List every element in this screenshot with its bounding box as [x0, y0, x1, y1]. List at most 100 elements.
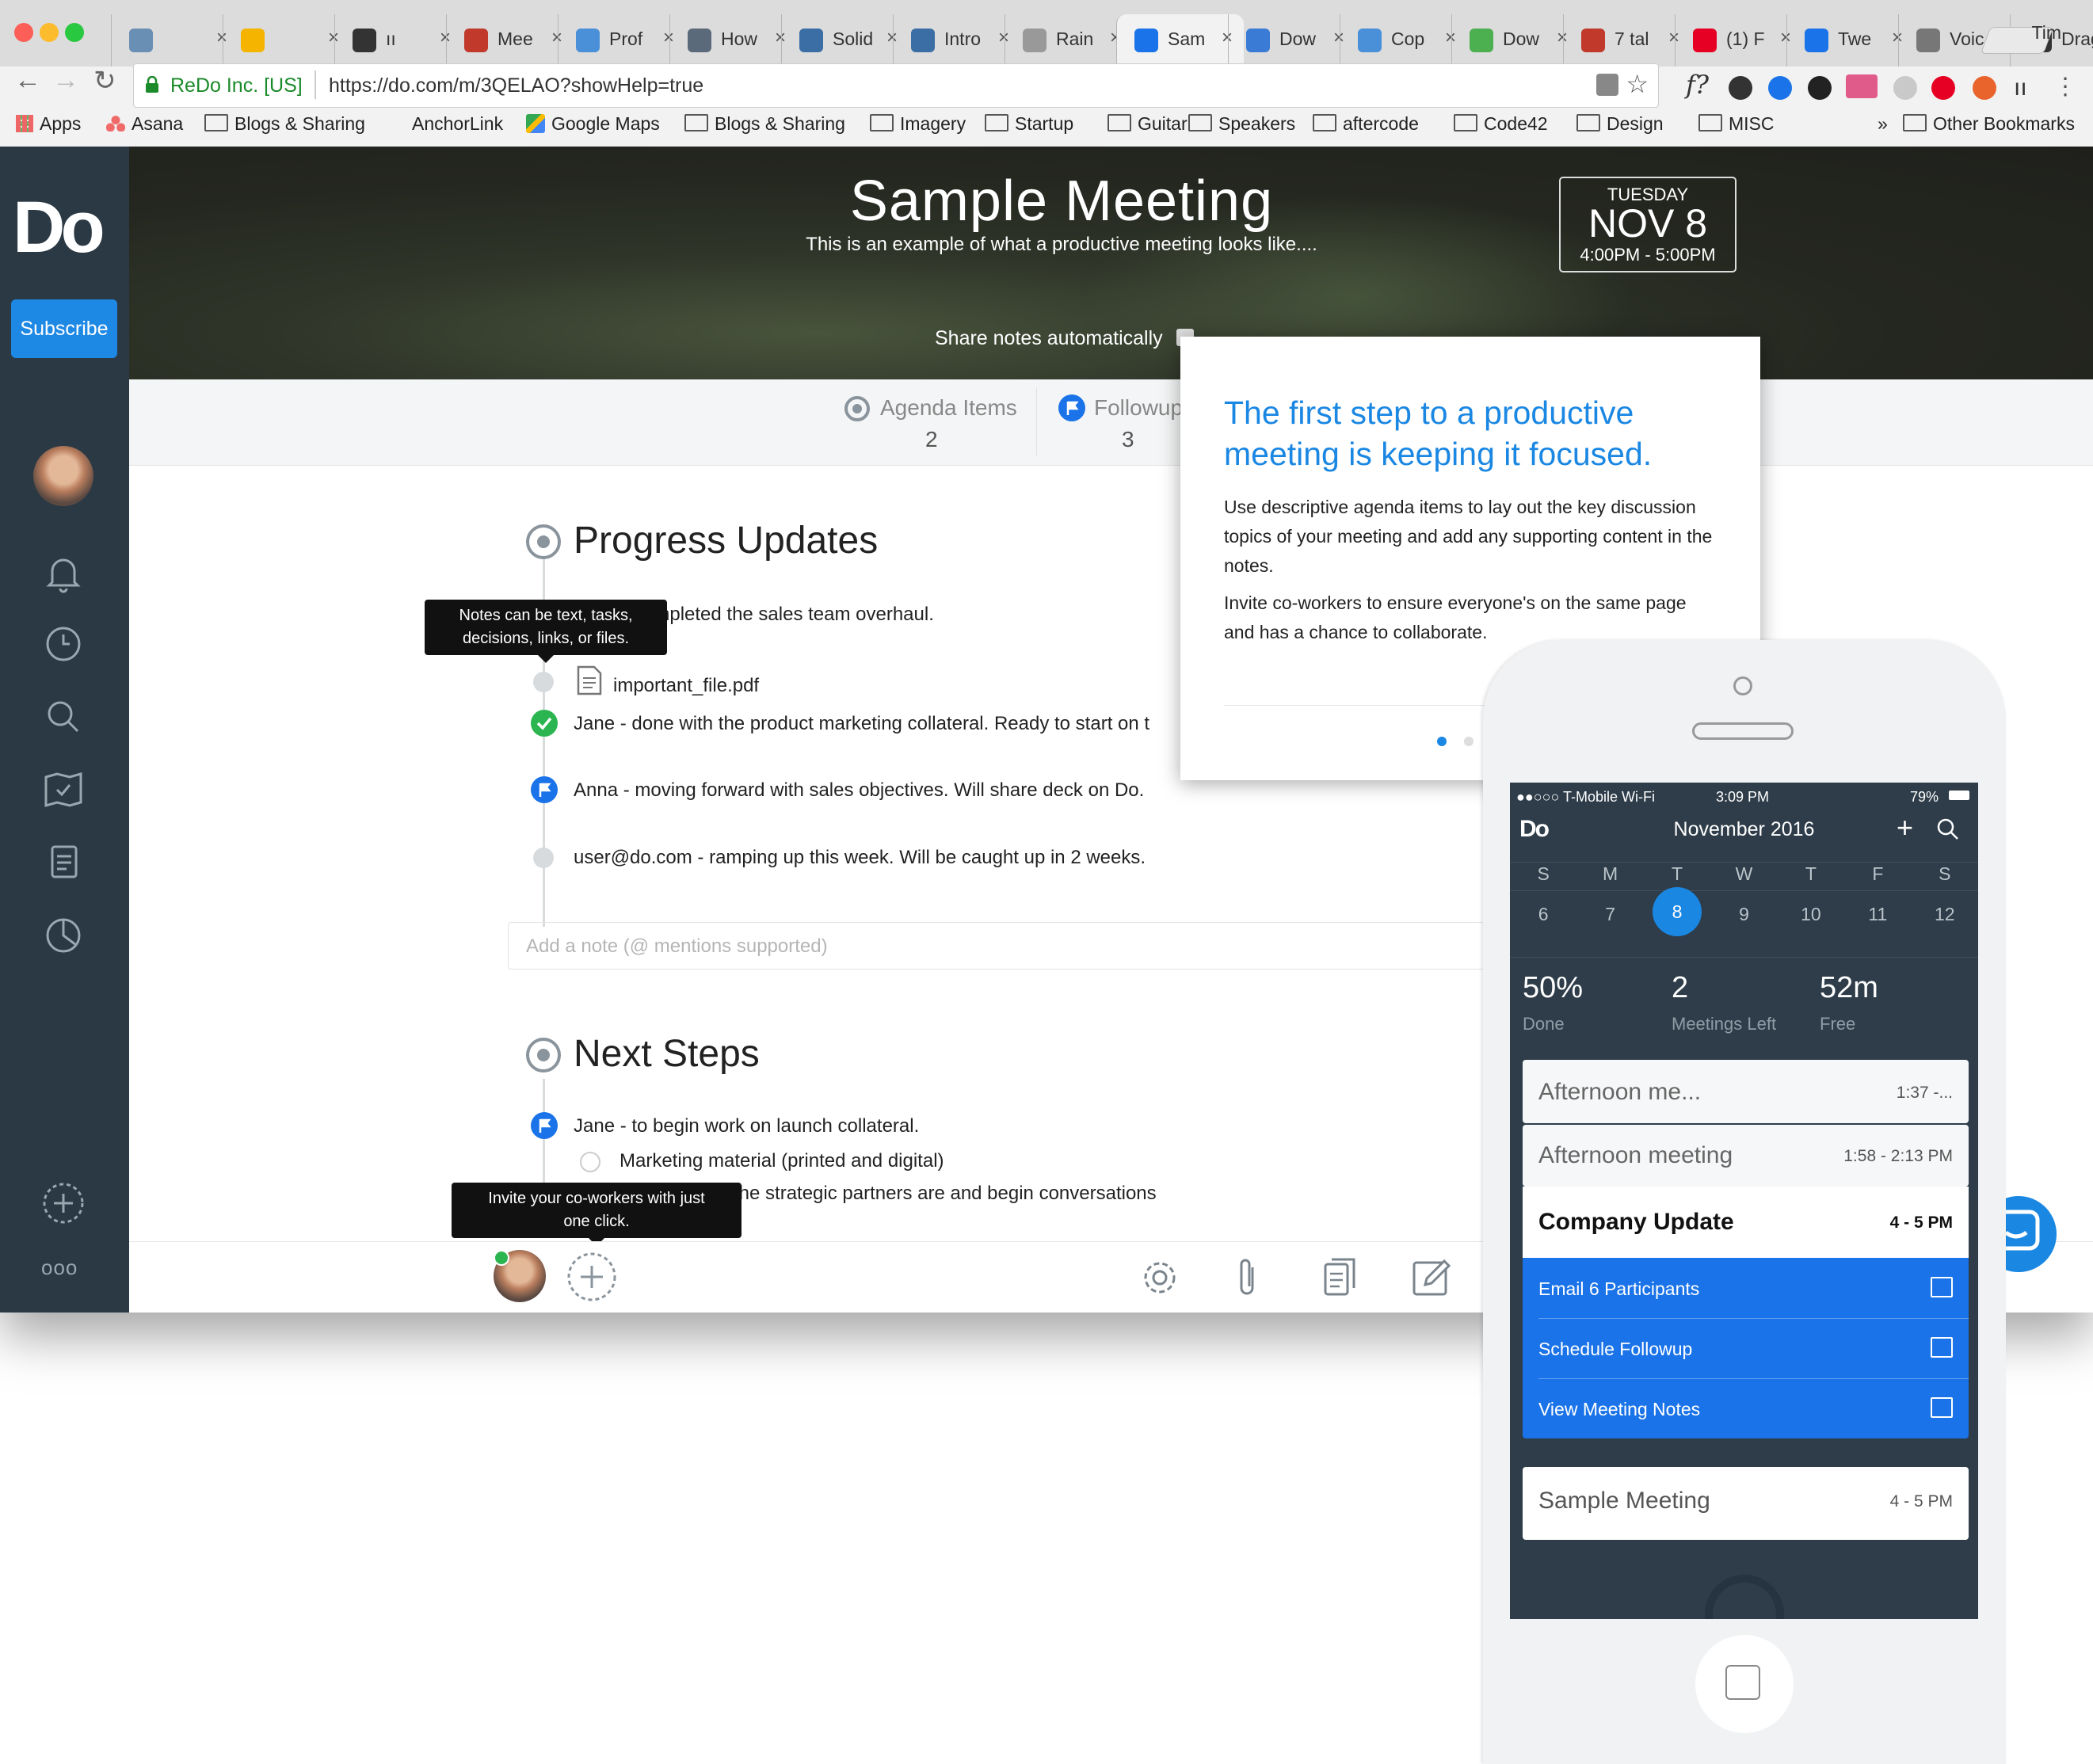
bell-icon[interactable]: [41, 551, 86, 595]
section-title-next[interactable]: Next Steps: [574, 1032, 760, 1076]
calendar-date[interactable]: 10: [1787, 904, 1835, 925]
bookmark-item[interactable]: AnchorLink: [412, 113, 503, 135]
calendar-date-selected[interactable]: 8: [1653, 887, 1702, 936]
browser-tab[interactable]: Prof ×: [558, 14, 685, 67]
forward-icon[interactable]: →: [52, 65, 79, 96]
browser-tab[interactable]: Cop ×: [1340, 14, 1467, 67]
maximize-window-button[interactable]: [65, 23, 84, 42]
browser-tab[interactable]: Mee ×: [446, 14, 574, 67]
add-icon[interactable]: +: [1897, 811, 1913, 844]
view-notes-button[interactable]: View Meeting Notes: [1538, 1399, 1700, 1420]
section-title-progress[interactable]: Progress Updates: [574, 519, 878, 562]
edit-icon[interactable]: [1411, 1256, 1452, 1297]
browser-tab[interactable]: ×: [223, 14, 350, 67]
browser-tab[interactable]: ıı ×: [334, 14, 462, 67]
bookmark-item[interactable]: Design: [1576, 113, 1664, 135]
bookmark-item[interactable]: Startup: [985, 113, 1073, 135]
bookmark-item[interactable]: Speakers: [1188, 113, 1295, 135]
clock-icon[interactable]: [41, 622, 86, 666]
task-map-icon[interactable]: [41, 768, 86, 812]
home-button[interactable]: [1695, 1635, 1794, 1733]
bookmark-item[interactable]: Apps: [16, 113, 81, 135]
browser-tab[interactable]: Solid ×: [781, 14, 909, 67]
formula-icon[interactable]: f?: [1686, 70, 1710, 100]
calendar-date[interactable]: 12: [1921, 904, 1969, 925]
profile-name[interactable]: Tim: [2032, 22, 2061, 44]
gear-extension-icon[interactable]: [1729, 76, 1752, 100]
settings-icon[interactable]: [1140, 1258, 1180, 1297]
extension-icon[interactable]: [1596, 74, 1618, 96]
note-text[interactable]: the strategic partners are and begin con…: [734, 1183, 1157, 1205]
open-icon[interactable]: [1931, 1397, 1953, 1418]
more-icon[interactable]: ooo: [41, 1255, 78, 1280]
browser-tab[interactable]: Sam ×: [1116, 14, 1244, 67]
search-icon[interactable]: [1936, 817, 1960, 841]
note-text[interactable]: user@do.com - ramping up this week. Will…: [574, 847, 1146, 869]
bookmark-item[interactable]: Code42: [1454, 113, 1548, 135]
camera-extension-icon[interactable]: [1808, 76, 1832, 100]
bookmark-item[interactable]: Imagery: [870, 113, 966, 135]
floating-button[interactable]: [1705, 1575, 1784, 1619]
other-bookmarks[interactable]: Other Bookmarks: [1903, 113, 2075, 135]
bars-extension-icon[interactable]: ıı: [2014, 74, 2038, 101]
vimeo-icon[interactable]: [1768, 76, 1792, 100]
bookmark-item[interactable]: Google Maps: [526, 113, 660, 135]
bookmarks-overflow-icon[interactable]: »: [1878, 113, 1888, 135]
meeting-card-selected[interactable]: Company Update 4 - 5 PM: [1523, 1187, 1969, 1259]
check-icon[interactable]: [531, 710, 558, 737]
meeting-date[interactable]: TUESDAY NOV 8 4:00PM - 5:00PM: [1559, 177, 1737, 272]
attachment-icon[interactable]: [1233, 1256, 1262, 1299]
add-note-input[interactable]: Add a note (@ mentions supported): [508, 922, 1492, 970]
pagination-dot-active[interactable]: [1437, 737, 1447, 746]
flag-icon[interactable]: [531, 776, 558, 803]
producthunt-icon[interactable]: [1973, 76, 1996, 100]
browser-tab[interactable]: 7 tal ×: [1563, 14, 1691, 67]
bookmark-item[interactable]: Guitar: [1107, 113, 1188, 135]
reports-icon[interactable]: [41, 913, 86, 958]
file-link[interactable]: important_file.pdf: [613, 675, 759, 697]
add-meeting-icon[interactable]: [41, 1181, 86, 1225]
invite-icon[interactable]: [566, 1252, 617, 1302]
note-text[interactable]: Anna - moving forward with sales objecti…: [574, 779, 1144, 802]
browser-tab[interactable]: Dow ×: [1228, 14, 1355, 67]
reload-icon[interactable]: ↻: [93, 65, 116, 97]
note-text[interactable]: Jane - done with the product marketing c…: [574, 713, 1149, 735]
bookmark-item[interactable]: aftercode: [1313, 113, 1419, 135]
browser-tab[interactable]: Dow ×: [1451, 14, 1579, 67]
meeting-card[interactable]: Afternoon me... 1:37 -...: [1523, 1060, 1969, 1123]
schedule-followup-button[interactable]: Schedule Followup: [1538, 1339, 1692, 1360]
calendar-extension-icon[interactable]: [1846, 74, 1878, 98]
browser-tab[interactable]: ×: [111, 14, 238, 67]
drive-extension-icon[interactable]: [1893, 76, 1917, 100]
browser-tab[interactable]: Rain ×: [1005, 14, 1132, 67]
followups-label[interactable]: Followups: [1094, 395, 1194, 421]
minimize-window-button[interactable]: [40, 23, 59, 42]
calendar-date[interactable]: 6: [1519, 904, 1567, 925]
calendar-date[interactable]: 7: [1587, 904, 1634, 925]
task-text[interactable]: Marketing material (printed and digital): [620, 1150, 944, 1172]
copy-notes-icon[interactable]: [1322, 1256, 1359, 1297]
do-logo[interactable]: Do: [13, 186, 105, 269]
agenda-items-label[interactable]: Agenda Items: [880, 395, 1017, 421]
pinterest-icon[interactable]: [1931, 76, 1955, 100]
calendar-icon[interactable]: [1931, 1337, 1953, 1358]
bookmark-item[interactable]: Asana: [106, 113, 183, 135]
subscribe-button[interactable]: Subscribe: [11, 299, 117, 358]
note-bullet[interactable]: [533, 672, 554, 692]
meeting-card[interactable]: Sample Meeting 4 - 5 PM: [1523, 1467, 1969, 1540]
browser-tab[interactable]: (1) F ×: [1675, 14, 1802, 67]
browser-tab[interactable]: Twe ×: [1786, 14, 1914, 67]
note-text[interactable]: Jane - to begin work on launch collatera…: [574, 1115, 919, 1137]
address-bar[interactable]: ReDo Inc. [US] https://do.com/m/3QELAO?s…: [133, 63, 1659, 108]
calendar-date[interactable]: 11: [1854, 904, 1901, 925]
email-participants-button[interactable]: Email 6 Participants: [1538, 1278, 1699, 1300]
menu-icon[interactable]: ⋮: [2053, 73, 2077, 100]
url-text[interactable]: https://do.com/m/3QELAO?showHelp=true: [329, 74, 703, 97]
agenda-item-icon[interactable]: [526, 524, 561, 559]
close-window-button[interactable]: [14, 23, 33, 42]
search-icon[interactable]: [41, 695, 86, 739]
agenda-item-icon[interactable]: [526, 1038, 561, 1072]
bookmark-item[interactable]: Blogs & Sharing: [204, 113, 365, 135]
notes-icon[interactable]: [41, 840, 86, 885]
avatar[interactable]: [33, 446, 93, 506]
